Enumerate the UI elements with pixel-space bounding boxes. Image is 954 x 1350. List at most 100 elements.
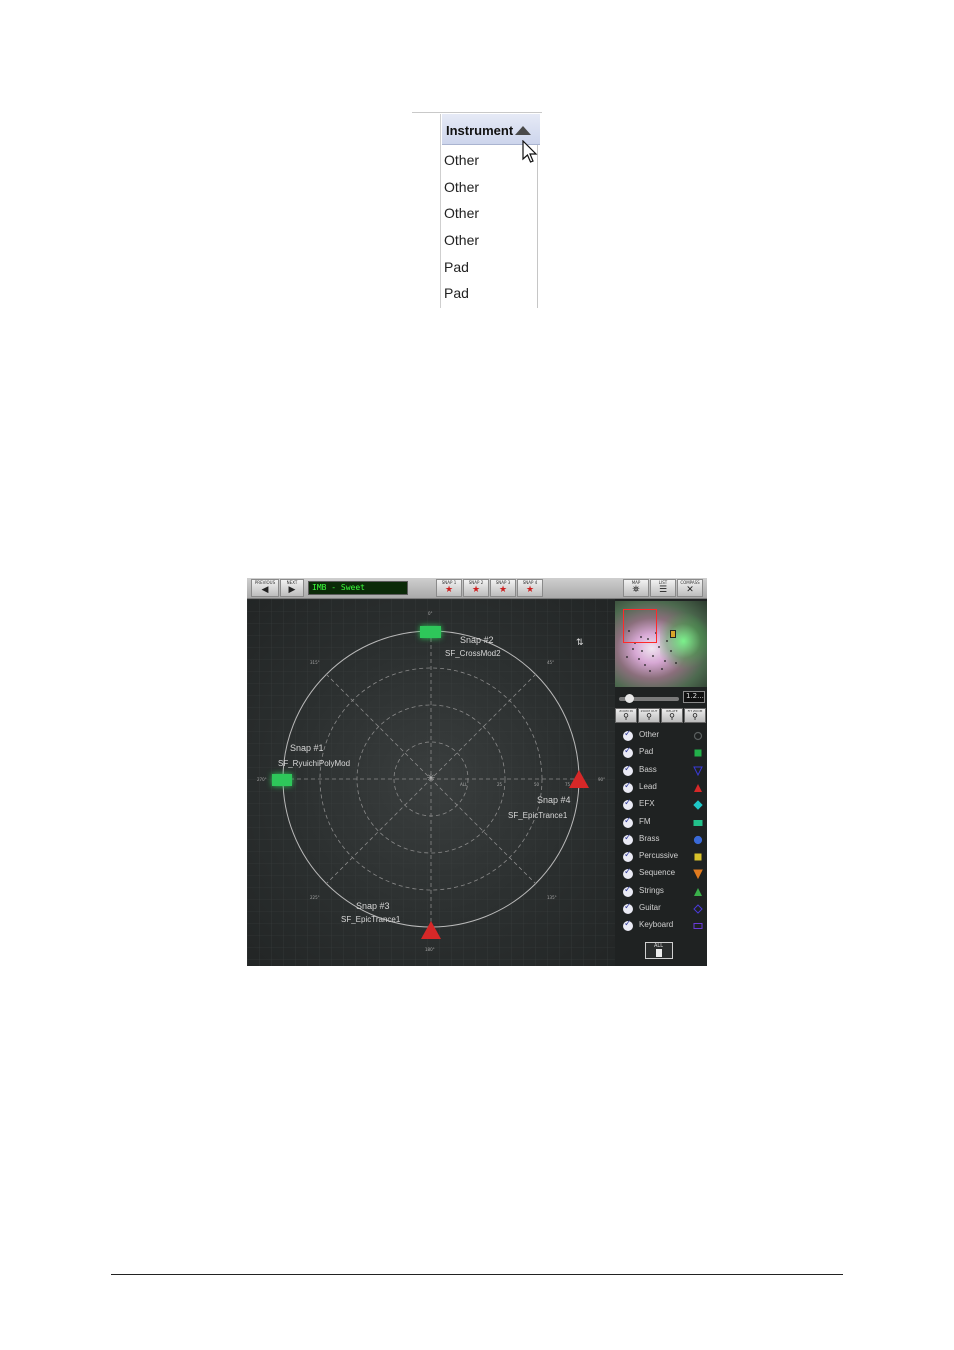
degree-label: 90° <box>598 777 606 782</box>
instrument-filter-pad[interactable]: Pad <box>623 746 707 760</box>
zoom-out-button[interactable]: ZOOM OUT ⚲ <box>638 708 660 723</box>
snap-2-marker[interactable] <box>420 626 441 638</box>
snap-1-marker[interactable] <box>272 774 292 786</box>
zoom-in-button[interactable]: ZOOM IN ⚲ <box>615 708 637 723</box>
instrument-filter-lead[interactable]: Lead <box>623 781 707 795</box>
instrument-filter-brass[interactable]: Brass <box>623 833 707 847</box>
degree-label: 315° <box>310 660 320 665</box>
snap-2-patch: SF_CrossMod2 <box>445 649 501 658</box>
list-view-button[interactable]: LIST ☰ <box>650 579 676 597</box>
compass-map[interactable]: 0° 45° 90° 135° 180° 225° 270° 315° ALL … <box>247 599 615 966</box>
magnifier-icon: ⚲ <box>646 712 652 721</box>
snap-4-button[interactable]: SNAP 4 ★ <box>517 579 543 597</box>
list-item[interactable]: Other <box>444 179 479 195</box>
map-view-button[interactable]: MAP ⛯ <box>623 579 649 597</box>
toolbar: PREVIOUS ◀ NEXT ▶ IMB - Sweet SNAP 1 ★ S… <box>247 578 707 599</box>
overview-minimap[interactable] <box>615 601 707 687</box>
instrument-filter-sequence[interactable]: Sequence <box>623 867 707 881</box>
snap-1-patch: SF_RyuichiPolyMod <box>278 759 351 768</box>
check-icon[interactable] <box>623 729 633 741</box>
list-item[interactable]: Other <box>444 205 479 221</box>
magnifier-icon: ⚲ <box>623 712 629 721</box>
magnifier-icon: ⚲ <box>669 712 675 721</box>
triangle-down-icon <box>693 869 703 880</box>
check-icon[interactable] <box>623 919 633 932</box>
relate-button[interactable]: RELATE ⚲ <box>661 708 683 723</box>
circle-icon <box>693 835 703 844</box>
check-icon[interactable] <box>623 833 633 845</box>
degree-label: 270° <box>257 777 267 782</box>
triangle-down-icon <box>693 766 703 776</box>
circle-icon <box>693 731 703 741</box>
degree-label: 45° <box>547 660 555 665</box>
snap-4-marker[interactable] <box>569 770 589 788</box>
instrument-filter-efx[interactable]: EFX <box>623 798 707 812</box>
instrument-filter-label: Other <box>639 730 660 739</box>
check-icon[interactable] <box>623 746 633 759</box>
instrument-filter-fm[interactable]: FM <box>623 816 707 830</box>
next-button[interactable]: NEXT ▶ <box>280 579 304 597</box>
compass-icon: ✕ <box>686 585 694 595</box>
zoom-slider[interactable] <box>619 694 679 703</box>
minimap-viewport[interactable] <box>623 609 657 643</box>
square-icon <box>694 749 702 757</box>
instrument-filter-label: Strings <box>639 885 664 895</box>
check-icon[interactable] <box>623 902 633 914</box>
instrument-filter-label: Lead <box>639 781 657 791</box>
rect-icon <box>693 819 703 826</box>
star-icon: ★ <box>498 585 508 595</box>
footer-rule <box>111 1274 843 1275</box>
instrument-filter-percussive[interactable]: Percussive <box>623 850 707 864</box>
previous-button[interactable]: PREVIOUS ◀ <box>251 579 279 597</box>
check-icon[interactable] <box>623 867 633 880</box>
triangle-up-icon <box>694 783 702 792</box>
snap-3-patch: SF_EpicTrance1 <box>341 915 401 924</box>
fit-zoom-button[interactable]: FIT ZOOM ⚲ <box>684 708 706 723</box>
check-icon[interactable] <box>623 764 633 776</box>
patch-display-text: IMB - Sweet <box>312 583 365 592</box>
check-icon[interactable] <box>623 781 633 793</box>
arrow-left-icon: ◀ <box>261 585 269 595</box>
snap-2-button[interactable]: SNAP 2 ★ <box>463 579 489 597</box>
snap-2-title: Snap #2 <box>460 635 494 645</box>
compass-view-button[interactable]: COMPASS ✕ <box>677 579 703 597</box>
snap-3-button[interactable]: SNAP 3 ★ <box>490 579 516 597</box>
instrument-filter-label: Keyboard <box>639 920 674 930</box>
recenter-icon[interactable]: ⇅ <box>576 637 586 649</box>
snap-1-title: Snap #1 <box>290 743 324 753</box>
triangle-up-icon <box>694 887 702 896</box>
check-icon[interactable] <box>623 885 633 897</box>
snap-1-button[interactable]: SNAP 1 ★ <box>436 579 462 597</box>
instrument-filter-label: Bass <box>639 764 657 774</box>
check-icon[interactable] <box>623 798 633 811</box>
list-item[interactable]: Pad <box>444 285 469 301</box>
sort-ascending-icon[interactable] <box>515 126 531 135</box>
degree-label: 0° <box>428 611 433 616</box>
snap-3-title: Snap #3 <box>356 901 390 911</box>
list-item[interactable]: Other <box>444 152 479 168</box>
instrument-filter-guitar[interactable]: Guitar <box>623 902 707 916</box>
zoom-value-field[interactable]: 1.2... <box>683 691 705 703</box>
check-icon[interactable] <box>623 816 633 828</box>
instrument-filter-strings[interactable]: Strings <box>623 885 707 899</box>
checkbox-icon <box>656 949 662 957</box>
ring-label: ALL <box>460 782 468 787</box>
snap-3-marker[interactable] <box>421 921 441 939</box>
zoom-slider-handle[interactable] <box>625 694 634 703</box>
star-icon: ★ <box>471 585 481 595</box>
instrument-filter-other[interactable]: Other <box>623 729 707 743</box>
instrument-filter-label: Percussive <box>639 851 679 861</box>
minimap-marker <box>670 630 676 638</box>
column-top-border <box>412 112 542 113</box>
instrument-filter-label: EFX <box>639 799 655 809</box>
instrument-filter-bass[interactable]: Bass <box>623 764 707 778</box>
instrument-filter-keyboard[interactable]: Keyboard <box>623 919 707 933</box>
check-icon[interactable] <box>623 850 633 863</box>
instrument-column-crop: Instrument Other Other Other Other Pad P… <box>412 112 544 308</box>
instrument-filter-label: Pad <box>639 747 654 757</box>
all-button[interactable]: ALL <box>645 942 673 959</box>
ring-label: 50 <box>534 782 540 787</box>
instrument-header-label: Instrument <box>446 123 514 138</box>
list-item[interactable]: Other <box>444 232 479 248</box>
list-item[interactable]: Pad <box>444 259 469 275</box>
